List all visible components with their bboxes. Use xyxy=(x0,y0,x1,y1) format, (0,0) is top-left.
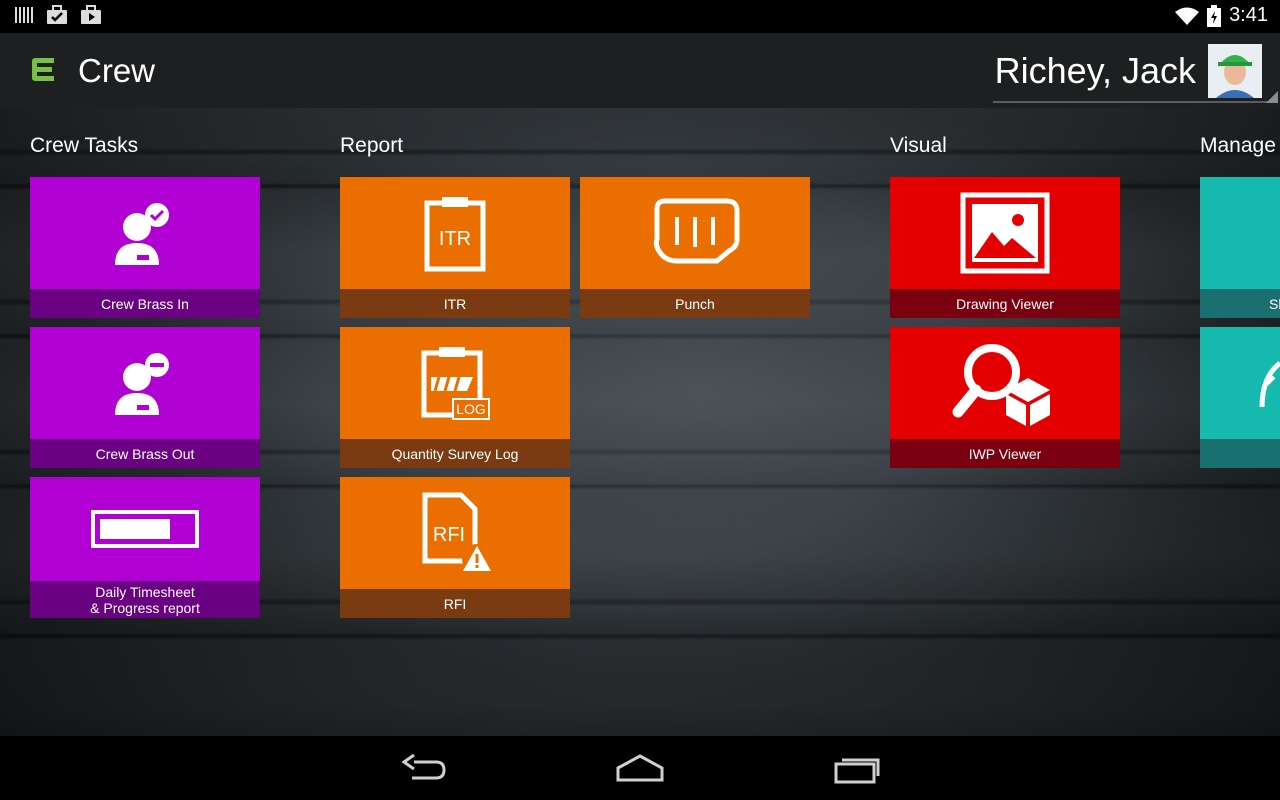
worker-minus-icon xyxy=(30,327,260,439)
tile-iwp-viewer[interactable]: IWP Viewer xyxy=(890,327,1120,468)
home-icon[interactable] xyxy=(614,752,666,791)
app-logo-icon[interactable] xyxy=(26,55,58,90)
action-bar: Crew Richey, Jack xyxy=(0,33,1280,109)
avatar xyxy=(1208,44,1262,98)
tile-dashboard: Crew Tasks Crew Brass In Crew Brass Out xyxy=(0,108,1280,736)
tile-manage-2[interactable] xyxy=(1200,327,1280,468)
tile-label-line2: & Progress report xyxy=(90,599,200,616)
user-spinner[interactable]: Richey, Jack xyxy=(992,41,1278,103)
tile-label xyxy=(1200,439,1280,468)
tile-label-line1: Daily Timesheet xyxy=(95,583,195,600)
tile-drawing-viewer[interactable]: Drawing Viewer xyxy=(890,177,1120,318)
tile-label: IWP Viewer xyxy=(890,439,1120,468)
tile-punch[interactable]: Punch xyxy=(580,177,810,318)
magnifier-cube-icon xyxy=(890,327,1120,439)
fist-icon xyxy=(580,177,810,289)
tile-itr[interactable]: ITR ITR xyxy=(340,177,570,318)
tile-label: Drawing Viewer xyxy=(890,289,1120,318)
battery-charging-icon xyxy=(1207,4,1222,27)
navigation-bar xyxy=(0,736,1280,800)
rfi-icon-text: RFI xyxy=(433,524,465,546)
wifi-icon xyxy=(1175,7,1200,25)
recent-apps-icon[interactable] xyxy=(832,752,884,791)
barcode-icon xyxy=(15,7,33,23)
group-title-crew-tasks: Crew Tasks xyxy=(30,134,139,157)
dropdown-indicator-icon xyxy=(1266,91,1278,103)
group-title-visual: Visual xyxy=(890,134,947,157)
notification-icons xyxy=(14,5,102,25)
tile-label: Crew Brass Out xyxy=(30,439,260,468)
tile-quantity-survey-log[interactable]: LOG Quantity Survey Log xyxy=(340,327,570,468)
clipboard-log-icon: LOG xyxy=(340,327,570,439)
clock: 3:41 xyxy=(1229,4,1268,26)
tile-manage-1[interactable]: Sh xyxy=(1200,177,1280,318)
log-icon-text: LOG xyxy=(456,401,486,417)
itr-icon-text: ITR xyxy=(439,228,471,250)
group-title-manage: Manage xyxy=(1200,134,1276,157)
worker-check-icon xyxy=(30,177,260,289)
status-bar: 3:41 xyxy=(0,0,1280,33)
tile-daily-timesheet[interactable]: Daily Timesheet & Progress report xyxy=(30,477,260,618)
briefcase-check-icon xyxy=(47,5,67,24)
group-title-report: Report xyxy=(340,134,404,157)
progress-bar-icon xyxy=(30,477,260,581)
tile-label: Quantity Survey Log xyxy=(340,439,570,468)
user-name: Richey, Jack xyxy=(994,50,1196,91)
tile-crew-brass-in[interactable]: Crew Brass In xyxy=(30,177,260,318)
gauge-icon xyxy=(1200,327,1280,439)
tile-crew-brass-out[interactable]: Crew Brass Out xyxy=(30,327,260,468)
tile-rfi[interactable]: RFI RFI xyxy=(340,477,570,618)
document-warning-icon: RFI xyxy=(340,477,570,589)
tile-label: Crew Brass In xyxy=(30,289,260,318)
tile-label: ITR xyxy=(340,289,570,318)
tile-label: Punch xyxy=(580,289,810,318)
tile-label: RFI xyxy=(340,589,570,618)
clipboard-itr-icon: ITR xyxy=(340,177,570,289)
play-store-icon xyxy=(81,5,101,24)
back-icon[interactable] xyxy=(400,752,448,791)
tile-label: Daily Timesheet & Progress report xyxy=(30,581,260,618)
image-icon xyxy=(890,177,1120,289)
tile-label: Sh xyxy=(1200,289,1280,318)
app-title: Crew xyxy=(78,52,156,89)
search-partial-icon xyxy=(1200,177,1280,289)
system-status: 3:41 xyxy=(1175,4,1268,27)
